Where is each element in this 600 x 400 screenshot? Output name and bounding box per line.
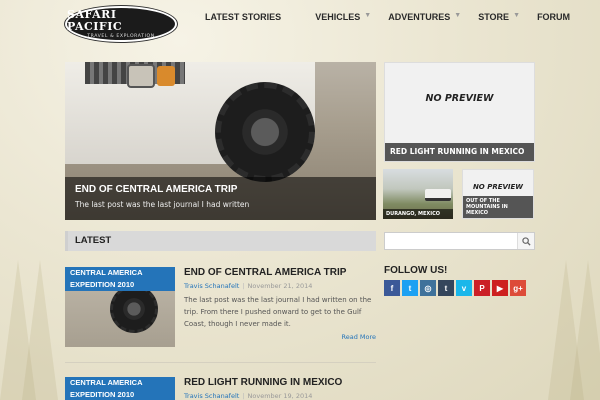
featured-side-title[interactable]: RED LIGHT RUNNING IN MEXICO bbox=[385, 143, 534, 161]
featured-post[interactable]: END OF CENTRAL AMERICA TRIP The last pos… bbox=[65, 62, 376, 220]
youtube-icon[interactable]: ▶ bbox=[492, 280, 508, 296]
search-icon bbox=[521, 236, 531, 246]
no-preview-label: NO PREVIEW bbox=[425, 93, 494, 104]
facebook-icon[interactable]: f bbox=[384, 280, 400, 296]
post-meta: Travis Schanafelt | November 19, 2014 bbox=[184, 392, 312, 400]
nav-item-store[interactable]: STORE ▼ bbox=[478, 12, 520, 28]
nav-item-vehicles[interactable]: VEHICLES ▼ bbox=[315, 12, 371, 28]
featured-image-indicator bbox=[157, 66, 175, 86]
no-preview-label: NO PREVIEW bbox=[472, 183, 524, 191]
featured-title[interactable]: END OF CENTRAL AMERICA TRIP bbox=[75, 184, 366, 195]
nav-label: ADVENTURES bbox=[388, 12, 451, 22]
list-item: CENTRAL AMERICA EXPEDITION 2010 END OF C… bbox=[65, 267, 376, 347]
list-item: CENTRAL AMERICA EXPEDITION 2010 RED LIGH… bbox=[65, 377, 376, 400]
search-box bbox=[384, 232, 535, 250]
twitter-icon[interactable]: t bbox=[402, 280, 418, 296]
post-category-badge[interactable]: CENTRAL AMERICA EXPEDITION 2010 bbox=[65, 267, 175, 291]
featured-side-post[interactable]: NO PREVIEW RED LIGHT RUNNING IN MEXICO bbox=[384, 62, 535, 162]
background-tree bbox=[570, 260, 600, 400]
meta-separator: | bbox=[242, 392, 245, 400]
post-date: November 21, 2014 bbox=[247, 282, 313, 290]
post-author[interactable]: Travis Schanafelt bbox=[184, 392, 239, 400]
post-meta: Travis Schanafelt | November 21, 2014 bbox=[184, 282, 312, 290]
featured-image-tire bbox=[215, 82, 315, 182]
nav-label: STORE bbox=[478, 12, 510, 22]
featured-thumb-durango[interactable]: DURANGO, MEXICO bbox=[383, 169, 453, 219]
social-links: f t ◎ t v P ▶ g+ bbox=[384, 280, 528, 296]
meta-separator: | bbox=[242, 282, 245, 290]
nav-label: LATEST STORIES bbox=[205, 12, 282, 22]
featured-image-headlight bbox=[127, 64, 155, 88]
pinterest-icon[interactable]: P bbox=[474, 280, 490, 296]
main-nav: LATEST STORIES VEHICLES ▼ ADVENTURES ▼ STO… bbox=[205, 12, 570, 28]
post-excerpt: The last post was the last journal I had… bbox=[184, 296, 372, 328]
post-author[interactable]: Travis Schanafelt bbox=[184, 282, 239, 290]
thumb-caption: DURANGO, MEXICO bbox=[383, 209, 453, 219]
latest-heading: LATEST bbox=[65, 231, 376, 251]
dropdown-arrow-icon: ▼ bbox=[454, 12, 462, 19]
thumb-caption: OUT OF THE MOUNTAINS IN MEXICO bbox=[463, 196, 533, 218]
background-tree bbox=[22, 260, 58, 400]
nav-label: FORUM bbox=[537, 12, 571, 22]
dropdown-arrow-icon: ▼ bbox=[364, 12, 372, 19]
instagram-icon[interactable]: ◎ bbox=[420, 280, 436, 296]
search-button[interactable] bbox=[517, 233, 534, 249]
post-category-badge[interactable]: CENTRAL AMERICA EXPEDITION 2010 bbox=[65, 377, 175, 400]
thumb-image-vehicle bbox=[425, 189, 451, 201]
featured-excerpt: The last post was the last journal I had… bbox=[75, 200, 250, 209]
site-header: SAFARI PACIFIC TRAVEL & EXPLORATION LATE… bbox=[0, 0, 600, 48]
post-thumbnail[interactable]: CENTRAL AMERICA EXPEDITION 2010 bbox=[65, 377, 175, 400]
search-input[interactable] bbox=[385, 233, 517, 249]
tumblr-icon[interactable]: t bbox=[438, 280, 454, 296]
follow-us-heading: FOLLOW US! bbox=[384, 265, 448, 276]
nav-item-forum[interactable]: FORUM bbox=[537, 12, 570, 28]
googleplus-icon[interactable]: g+ bbox=[510, 280, 526, 296]
post-title[interactable]: RED LIGHT RUNNING IN MEXICO bbox=[184, 377, 342, 388]
post-date: November 19, 2014 bbox=[247, 392, 313, 400]
post-divider bbox=[65, 362, 376, 363]
read-more-link[interactable]: Read More bbox=[341, 333, 376, 341]
nav-item-adventures[interactable]: ADVENTURES ▼ bbox=[388, 12, 461, 28]
dropdown-arrow-icon: ▼ bbox=[513, 12, 521, 19]
post-thumbnail[interactable]: CENTRAL AMERICA EXPEDITION 2010 bbox=[65, 267, 175, 347]
post-thumbnail-tire bbox=[110, 285, 158, 333]
nav-label: VEHICLES bbox=[315, 12, 361, 22]
nav-item-latest-stories[interactable]: LATEST STORIES bbox=[205, 12, 281, 28]
post-title[interactable]: END OF CENTRAL AMERICA TRIP bbox=[184, 267, 346, 278]
featured-caption: END OF CENTRAL AMERICA TRIP The last pos… bbox=[65, 177, 376, 220]
logo-tagline: TRAVEL & EXPLORATION bbox=[87, 33, 155, 39]
logo-name: SAFARI PACIFIC bbox=[67, 7, 123, 33]
featured-thumb-mountains[interactable]: NO PREVIEW OUT OF THE MOUNTAINS IN MEXIC… bbox=[462, 169, 534, 219]
vimeo-icon[interactable]: v bbox=[456, 280, 472, 296]
site-logo[interactable]: SAFARI PACIFIC TRAVEL & EXPLORATION bbox=[65, 6, 177, 42]
